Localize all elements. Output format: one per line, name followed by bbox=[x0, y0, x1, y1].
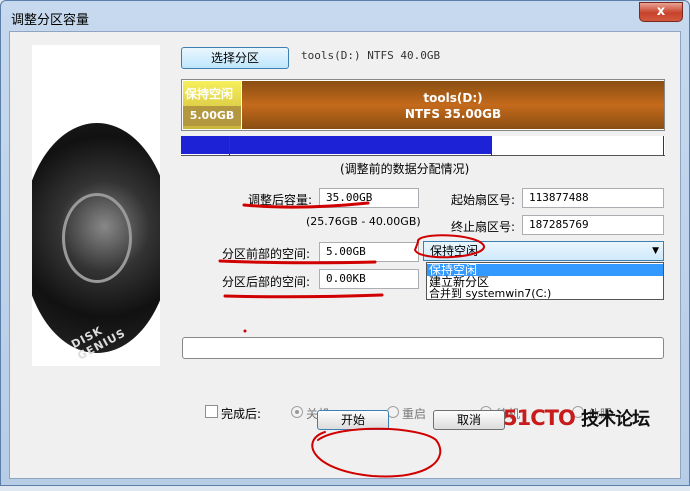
side-image: DISK GENIUS bbox=[32, 45, 160, 366]
partition-layout-bar[interactable]: 保持空闲 5.00GB tools(D:) NTFS 35.00GB bbox=[181, 79, 665, 131]
back-space-input[interactable]: 0.00KB bbox=[319, 269, 419, 289]
watermark-text: 技术论坛 bbox=[581, 409, 650, 430]
end-sector-input[interactable]: 187285769 bbox=[522, 215, 664, 235]
window-title: 调整分区容量 bbox=[11, 13, 90, 28]
free-space-label: 保持空闲 bbox=[185, 87, 234, 101]
free-space-segment[interactable]: 保持空闲 5.00GB bbox=[183, 81, 241, 129]
start-sector-label: 起始扇区号: bbox=[451, 193, 516, 207]
select-partition-button[interactable]: 选择分区 bbox=[181, 47, 289, 69]
site-watermark: 51CTO 技术论坛 bbox=[503, 405, 650, 431]
title-bar[interactable]: 调整分区容量 x bbox=[1, 1, 689, 31]
radio-restart-label: 重启 bbox=[402, 407, 427, 421]
boundary-marker bbox=[229, 136, 230, 156]
partition-end-marker bbox=[663, 136, 664, 156]
radio-shutdown[interactable] bbox=[291, 406, 303, 418]
data-end-marker bbox=[491, 136, 492, 156]
new-size-input[interactable]: 35.00GB bbox=[319, 188, 419, 208]
volume-name: tools(D:) bbox=[423, 91, 483, 105]
front-space-action-select[interactable]: 保持空闲 ▼ bbox=[423, 241, 664, 261]
cancel-button[interactable]: 取消 bbox=[433, 410, 505, 430]
new-size-label: 调整后容量: bbox=[248, 193, 313, 207]
watermark-brand: 51CTO bbox=[503, 406, 576, 430]
front-space-action-list: 保持空闲 建立新分区 合并到 systemwin7(C:) bbox=[426, 262, 664, 300]
start-sector-input[interactable]: 113877488 bbox=[522, 188, 664, 208]
volume-desc: NTFS 35.00GB bbox=[404, 107, 502, 121]
ntfs-partition-segment[interactable]: tools(D:) NTFS 35.00GB bbox=[242, 81, 664, 129]
end-sector-label: 终止扇区号: bbox=[451, 220, 516, 234]
status-textbox[interactable] bbox=[182, 337, 664, 359]
data-distribution-bar bbox=[181, 136, 665, 156]
option-merge-c[interactable]: 合并到 systemwin7(C:) bbox=[427, 288, 663, 300]
after-complete-label: 完成后: bbox=[221, 407, 262, 421]
front-space-action-value: 保持空闲 bbox=[430, 244, 479, 258]
data-fill bbox=[181, 136, 491, 154]
start-button[interactable]: 开始 bbox=[317, 410, 389, 430]
partition-info: tools(D:) NTFS 40.0GB bbox=[301, 49, 441, 62]
front-space-input[interactable]: 5.00GB bbox=[319, 242, 419, 262]
chevron-down-icon: ▼ bbox=[652, 246, 659, 256]
free-space-size: 5.00GB bbox=[183, 106, 241, 126]
after-complete-checkbox[interactable] bbox=[205, 405, 218, 418]
front-space-label: 分区前部的空间: bbox=[222, 247, 311, 261]
back-space-label: 分区后部的空间: bbox=[222, 275, 311, 289]
size-range: (25.76GB - 40.00GB) bbox=[306, 215, 421, 228]
close-button[interactable]: x bbox=[639, 2, 683, 22]
close-icon: x bbox=[656, 4, 666, 19]
distribution-caption: (调整前的数据分配情况) bbox=[340, 162, 470, 176]
